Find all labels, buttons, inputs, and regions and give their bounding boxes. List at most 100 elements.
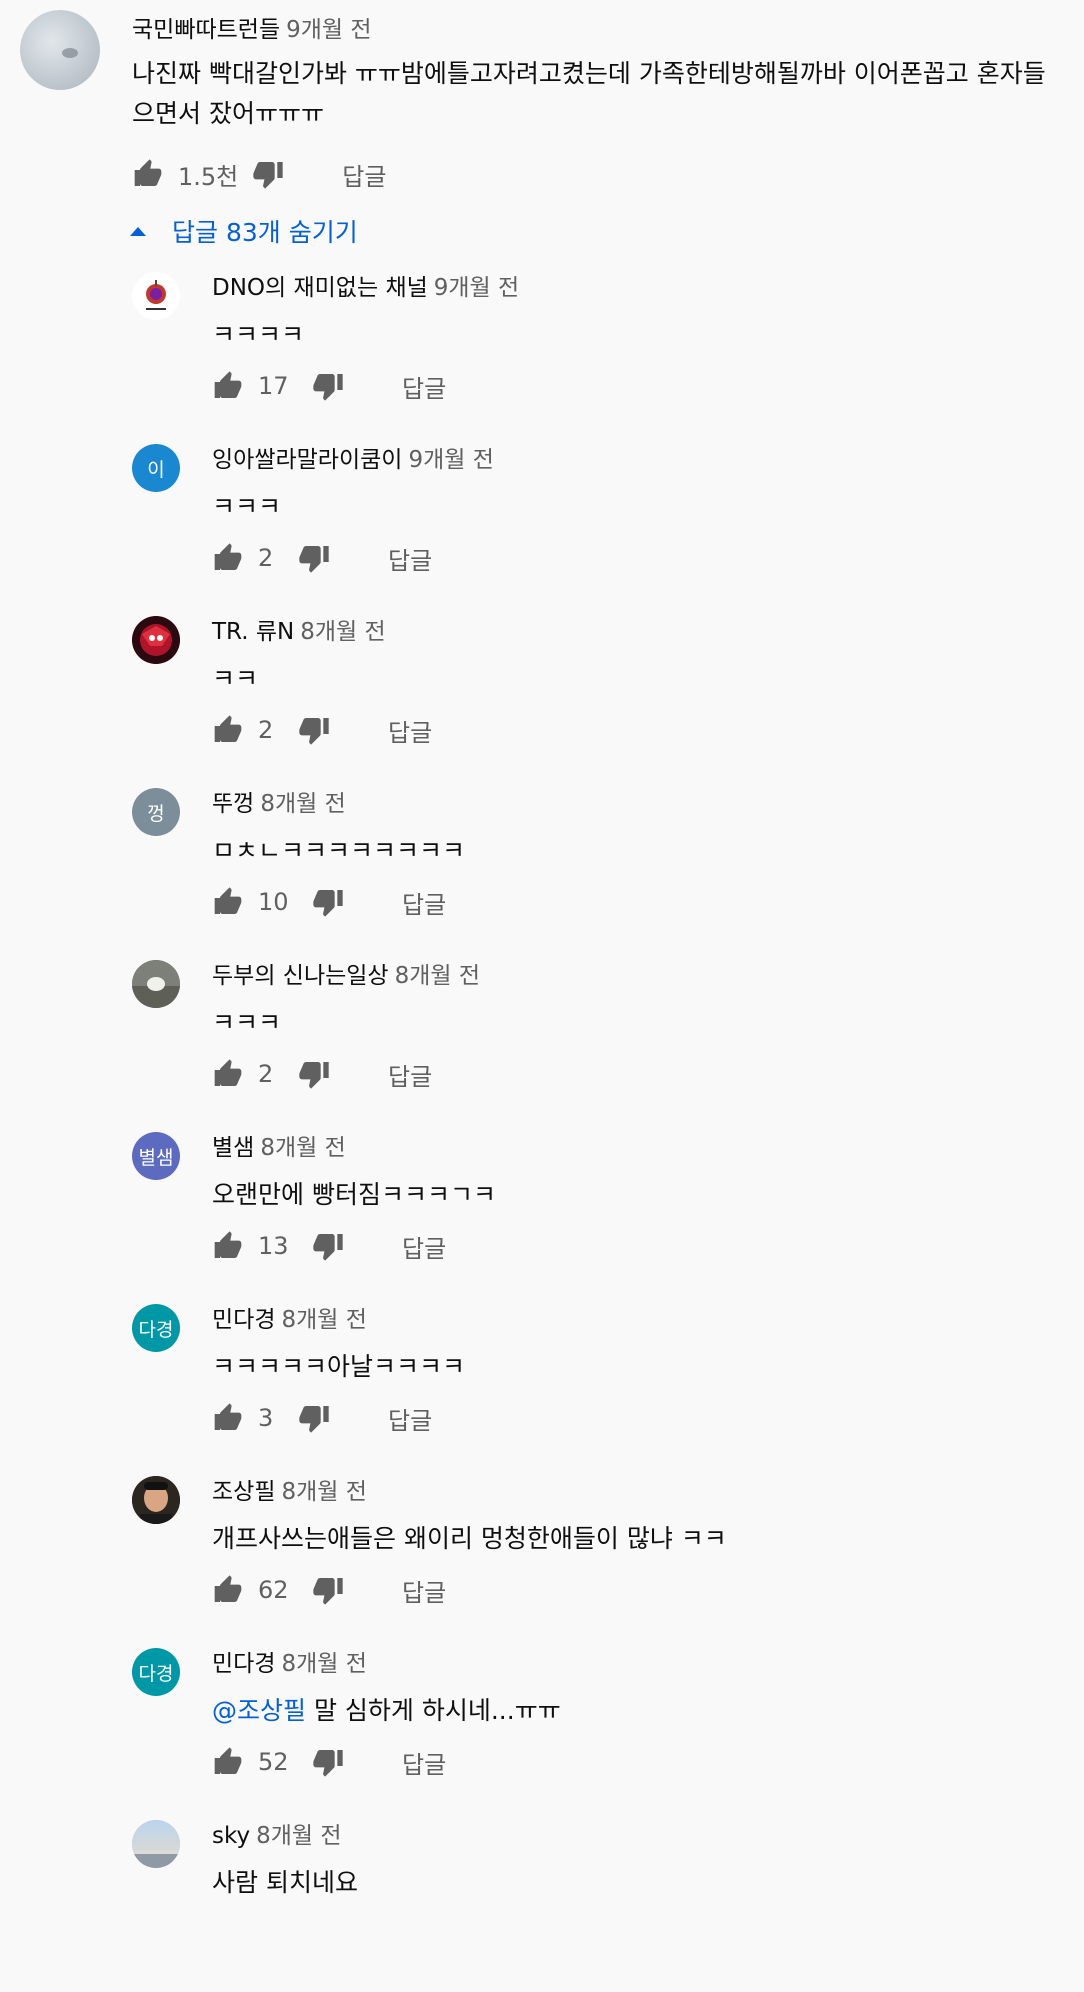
reply-header: sky 8개월 전 [212,1820,342,1852]
reply-button[interactable]: 답글 [402,885,446,920]
reply-avatar[interactable]: 껑 [132,788,180,836]
reply-avatar[interactable] [132,1476,180,1524]
reply-item: DNO의 재미없는 채널 9개월 전 ㅋㅋㅋㅋ 17 답글 [0,272,1084,444]
reply-text: ㅋㅋㅋㅋㅋ아날ㅋㅋㅋㅋ [212,1352,466,1381]
reply-author[interactable]: DNO의 재미없는 채널 [212,275,428,301]
dislike-icon[interactable] [298,714,330,746]
caret-up-icon [130,226,146,236]
reply-author[interactable]: 두부의 신나는일상 [212,963,389,989]
like-icon[interactable] [212,1402,244,1434]
dislike-icon[interactable] [312,1746,344,1778]
reply-time[interactable]: 8개월 전 [395,963,480,989]
reply-button[interactable]: 답글 [402,1745,446,1780]
reply-item: 이 잉아쌀라말라이쿰이 9개월 전 ㅋㅋㅋ 2 답글 [0,444,1084,616]
dislike-icon[interactable] [312,1230,344,1262]
reply-button[interactable]: 답글 [388,713,432,748]
reply-author[interactable]: 조상필 [212,1479,275,1505]
reply-header: 조상필 8개월 전 [212,1476,367,1508]
reply-time[interactable]: 8개월 전 [281,1307,366,1333]
reply-button[interactable]: 답글 [388,541,432,576]
like-icon[interactable] [212,1574,244,1606]
dislike-icon[interactable] [312,1574,344,1606]
dislike-icon[interactable] [252,158,284,190]
comment-actions: 1.5천 답글 [132,156,386,192]
reply-avatar[interactable] [132,272,180,320]
reply-avatar[interactable]: 다경 [132,1648,180,1696]
like-icon[interactable] [212,1230,244,1262]
reply-time[interactable]: 8개월 전 [260,791,345,817]
reply-button[interactable]: 답글 [342,157,386,192]
avatar-initial: 다경 [138,1662,174,1685]
like-icon[interactable] [212,886,244,918]
reply-item: 다경 민다경 8개월 전 @조상필 말 심하게 하시네...ㅠㅠ 52 답글 [0,1648,1084,1820]
reply-author[interactable]: 민다경 [212,1651,275,1677]
reply-avatar[interactable]: 다경 [132,1304,180,1352]
reply-time[interactable]: 8개월 전 [281,1651,366,1677]
dislike-icon[interactable] [298,1058,330,1090]
reply-avatar[interactable] [132,616,180,664]
reply-time[interactable]: 8개월 전 [281,1479,366,1505]
like-icon[interactable] [132,158,164,190]
reply-author[interactable]: 민다경 [212,1307,275,1333]
reply-button[interactable]: 답글 [402,369,446,404]
dislike-icon[interactable] [298,542,330,574]
reply-text: 사람 퇴치네요 [212,1868,358,1897]
reply-time[interactable]: 8개월 전 [260,1135,345,1161]
reply-avatar[interactable]: 이 [132,444,180,492]
reply-text: 오랜만에 빵터짐ㅋㅋㅋㄱㅋ [212,1180,496,1209]
reply-author[interactable]: 뚜껑 [212,791,254,817]
comment-text: 나진짜 빡대갈인가봐 ㅠㅠ밤에틀고자려고켰는데 가족한테방해될까바 이어폰꼽고 … [132,59,1046,128]
reply-time[interactable]: 8개월 전 [300,619,385,645]
hide-replies-button[interactable]: 답글 83개 숨기기 [130,213,358,249]
apple-logo-icon [132,272,180,320]
reply-author[interactable]: TR. 류N [212,619,294,645]
reply-time[interactable]: 9개월 전 [434,275,519,301]
reply-text: ㅋㅋㅋ [212,1008,282,1037]
reply-header: 두부의 신나는일상 8개월 전 [212,960,480,992]
like-icon[interactable] [212,714,244,746]
reply-button[interactable]: 답글 [388,1057,432,1092]
reply-text: ㅋㅋ [212,664,259,693]
dislike-icon[interactable] [312,886,344,918]
commenter-avatar[interactable] [20,10,100,90]
like-icon[interactable] [212,1058,244,1090]
reply-actions: 13 답글 [212,1228,446,1264]
reply-button[interactable]: 답글 [388,1401,432,1436]
reply-button[interactable]: 답글 [402,1573,446,1608]
sky-photo-icon [132,1820,180,1868]
reply-avatar[interactable] [132,1820,180,1868]
like-icon[interactable] [212,1746,244,1778]
reply-author[interactable]: sky [212,1823,250,1849]
like-icon[interactable] [212,370,244,402]
reply-header: 뚜껑 8개월 전 [212,788,346,820]
reply-item: 껑 뚜껑 8개월 전 ㅁㅊㄴㅋㅋㅋㅋㅋㅋㅋㅋ 10 답글 [0,788,1084,960]
avatar-initial: 이 [147,458,165,481]
reply-actions: 62 답글 [212,1572,446,1608]
reply-item: 다경 민다경 8개월 전 ㅋㅋㅋㅋㅋ아날ㅋㅋㅋㅋ 3 답글 [0,1304,1084,1476]
reply-header: DNO의 재미없는 채널 9개월 전 [212,272,519,304]
avatar-initial: 별샘 [138,1146,174,1169]
reply-avatar[interactable] [132,960,180,1008]
reply-actions: 17 답글 [212,368,446,404]
like-count: 3 [258,1404,274,1432]
hide-replies-label: 답글 83개 숨기기 [172,218,358,247]
reply-text: ㅋㅋㅋㅋ [212,320,305,349]
comment-author[interactable]: 국민빠따트런들 [132,17,280,43]
reply-author[interactable]: 별샘 [212,1135,254,1161]
like-count: 2 [258,716,274,744]
reply-item: TR. 류N 8개월 전 ㅋㅋ 2 답글 [0,616,1084,788]
reply-time[interactable]: 8개월 전 [256,1823,341,1849]
reply-avatar[interactable]: 별샘 [132,1132,180,1180]
reply-actions: 52 답글 [212,1744,446,1780]
reply-button[interactable]: 답글 [402,1229,446,1264]
like-icon[interactable] [212,542,244,574]
dislike-icon[interactable] [312,370,344,402]
comment-time[interactable]: 9개월 전 [286,17,371,43]
dislike-icon[interactable] [298,1402,330,1434]
reply-time[interactable]: 9개월 전 [408,447,493,473]
reply-actions: 10 답글 [212,884,446,920]
mention-link[interactable]: @조상필 [212,1696,306,1725]
reply-actions: 2 답글 [212,540,432,576]
reply-item: 두부의 신나는일상 8개월 전 ㅋㅋㅋ 2 답글 [0,960,1084,1132]
reply-author[interactable]: 잉아쌀라말라이쿰이 [212,447,402,473]
